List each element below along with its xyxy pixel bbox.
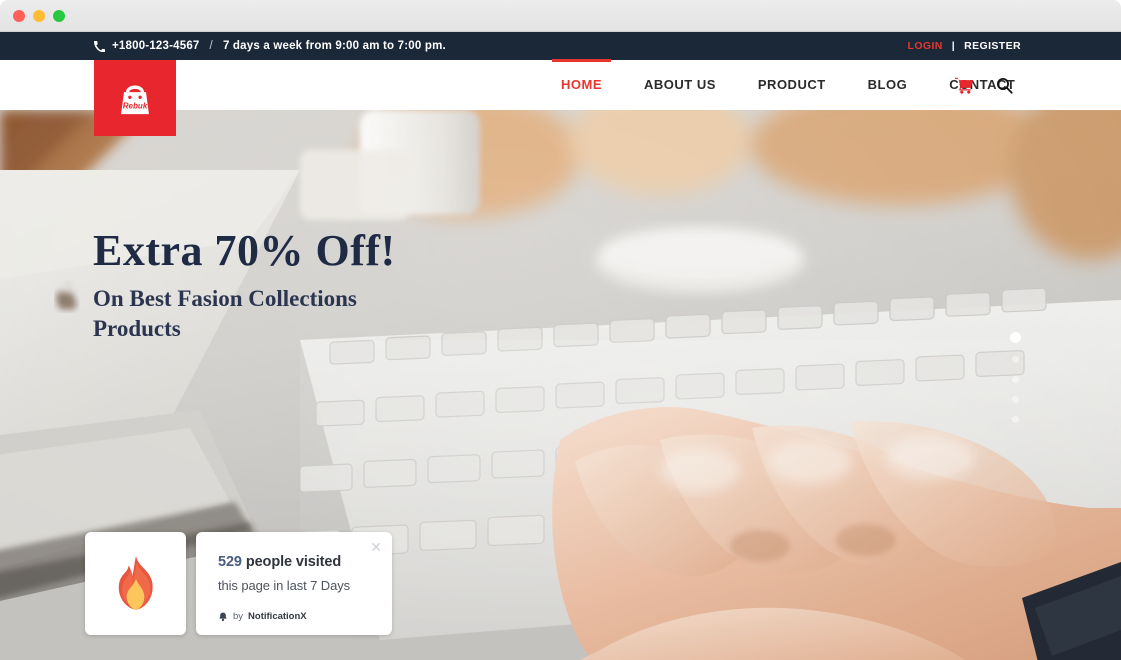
topbar-account-links: LOGIN | REGISTER: [908, 40, 1021, 52]
shopping-cart-icon[interactable]: [955, 77, 974, 94]
slider-dot-1[interactable]: [1010, 332, 1021, 343]
topbar-separator: /: [209, 40, 213, 52]
topbar-links-divider: |: [951, 40, 956, 52]
close-window-button[interactable]: [13, 9, 25, 22]
header-action-icons: [955, 60, 1013, 110]
slider-dot-3[interactable]: [1012, 376, 1019, 383]
notification-title-rest: people visited: [241, 554, 342, 570]
notification-title: 529 people visited: [218, 554, 374, 570]
browser-window: +1800-123-4567 / 7 days a week from 9:00…: [0, 0, 1121, 660]
topbar-business-hours: 7 days a week from 9:00 am to 7:00 pm.: [222, 40, 446, 52]
notification-icon-card: [85, 532, 186, 635]
fire-emoji-icon: [118, 555, 153, 610]
notificationx-popup: ✕ 529 people visited this page in last 7…: [85, 532, 392, 635]
close-icon[interactable]: ✕: [370, 540, 382, 554]
nav-item-about-us[interactable]: ABOUT US: [623, 60, 737, 110]
notification-visitor-count: 529: [218, 554, 242, 570]
site-header: Rebuk HOME ABOUT US PRODUCT BLOG CONTACT: [0, 59, 1121, 136]
phone-icon: [94, 40, 105, 52]
window-chrome-bar: [0, 0, 1121, 32]
notification-content-card: ✕ 529 people visited this page in last 7…: [196, 532, 392, 635]
slider-dot-4[interactable]: [1012, 396, 1019, 403]
svg-text:Rebuk: Rebuk: [123, 101, 148, 110]
hero-subtitle: On Best Fasion Collections Products: [93, 286, 357, 341]
register-link[interactable]: REGISTER: [964, 40, 1021, 52]
slider-dot-2[interactable]: [1012, 356, 1019, 363]
notification-branding: by NotificationX: [218, 611, 307, 622]
login-link[interactable]: LOGIN: [908, 40, 943, 52]
slider-dot-5[interactable]: [1012, 416, 1019, 423]
site-top-bar: +1800-123-4567 / 7 days a week from 9:00…: [0, 32, 1121, 60]
maximize-window-button[interactable]: [53, 9, 65, 22]
shopping-bag-icon: Rebuk: [113, 76, 157, 120]
slider-pagination: [1010, 332, 1021, 423]
topbar-contact-info: +1800-123-4567 / 7 days a week from 9:00…: [94, 40, 446, 52]
notification-subtitle: this page in last 7 Days: [218, 578, 351, 593]
notificationx-badge-icon: [219, 612, 227, 621]
traffic-lights: [13, 9, 65, 22]
nav-item-product[interactable]: PRODUCT: [737, 60, 847, 110]
hero-text-block: Extra 70% Off! On Best Fasion Collection…: [93, 226, 396, 343]
topbar-phone-number: +1800-123-4567: [112, 40, 200, 52]
minimize-window-button[interactable]: [33, 9, 45, 22]
search-icon[interactable]: [996, 77, 1013, 94]
site-logo[interactable]: Rebuk: [94, 60, 176, 136]
nav-item-home[interactable]: HOME: [540, 59, 623, 110]
nav-item-blog[interactable]: BLOG: [847, 60, 929, 110]
notification-brand-name: NotificationX: [248, 611, 307, 622]
hero-slider: Extra 70% Off! On Best Fasion Collection…: [0, 110, 1121, 660]
hero-title: Extra 70% Off!: [93, 226, 396, 275]
notification-brand-prefix: by: [233, 611, 244, 622]
